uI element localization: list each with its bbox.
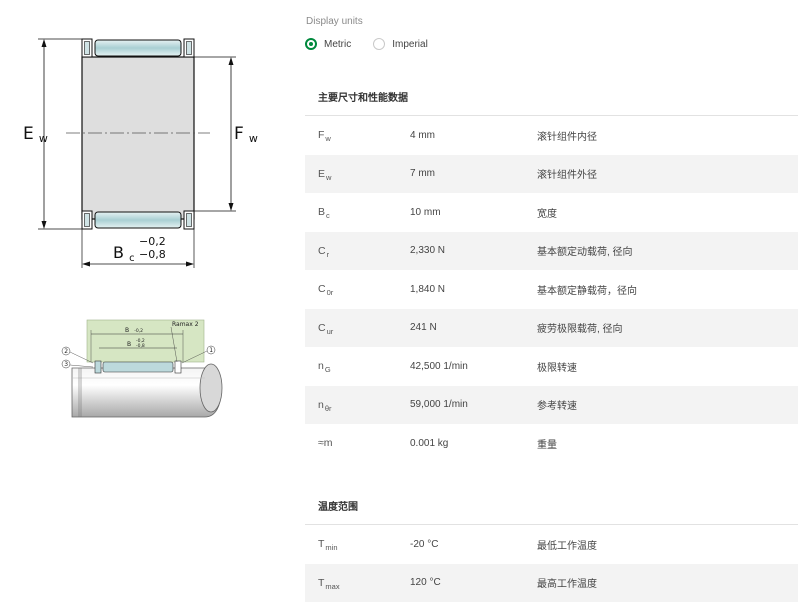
description-cell: 参考转速 — [537, 401, 577, 413]
roller-top — [94, 39, 182, 57]
symbol-cell: nG — [318, 360, 331, 375]
bearing-roller — [102, 361, 174, 373]
symbol-cell: Cr — [318, 244, 330, 259]
table-row: Cur 241 N 疲劳极限载荷, 径向 — [305, 308, 798, 347]
table-row: Bc 10 mm 宽度 — [305, 193, 798, 232]
svg-text:B: B — [127, 341, 131, 348]
table-row: Cr 2,330 N 基本额定动载荷, 径向 — [305, 231, 798, 270]
value-cell: 1,840 N — [410, 283, 446, 295]
description-cell: 滚针组件内径 — [537, 131, 597, 143]
svg-text:F w: F w — [234, 124, 258, 145]
cage-bottom-inner-left — [84, 213, 90, 227]
table-row: Tmax 120 °C 最高工作温度 — [305, 563, 798, 602]
value-cell: 4 mm — [410, 129, 435, 141]
description-cell: 宽度 — [537, 208, 557, 220]
table-row: nθr 59,000 1/min 参考转速 — [305, 385, 798, 424]
display-units-label: Display units — [306, 16, 363, 27]
bearing-cage-right — [174, 360, 182, 374]
imperial-radio-label: Imperial — [392, 38, 428, 50]
description-cell: 最低工作温度 — [537, 540, 597, 552]
symbol-cell: Tmax — [318, 576, 340, 591]
callout-3: 3 — [64, 361, 68, 368]
symbol-cell: nθr — [318, 398, 332, 413]
description-cell: 滚针组件外径 — [537, 170, 597, 182]
ew-label: E — [23, 124, 34, 144]
svg-text:B c: B c — [113, 243, 135, 264]
symbol-cell: Tmin — [318, 538, 338, 553]
description-cell: 基本额定静载荷，径向 — [537, 285, 637, 297]
display-units-radio-group: Metric Imperial — [305, 36, 450, 52]
table-row: C0r 1,840 N 基本额定静载荷，径向 — [305, 270, 798, 309]
fw-label: F — [234, 124, 244, 144]
symbol-cell: Fw — [318, 129, 331, 144]
table-row: ≈m 0.001 kg 重量 — [305, 424, 798, 463]
description-cell: 最高工作温度 — [537, 579, 597, 591]
description-cell: 重量 — [537, 439, 557, 451]
symbol-cell: Cur — [318, 321, 334, 336]
value-cell: 120 °C — [410, 577, 441, 589]
value-cell: 42,500 1/min — [410, 360, 468, 372]
value-cell: -20 °C — [410, 538, 439, 550]
bc-tolerance-lower: −0,8 — [139, 248, 166, 261]
table-row: Tmin -20 °C 最低工作温度 — [305, 525, 798, 564]
dimensions-table: Fw 4 mm 滚针组件内径 Ew 7 mm 滚针组件外径 Bc 10 mm 宽… — [305, 116, 798, 463]
temperature-section-title: 温度范围 — [318, 502, 358, 513]
bc-label-sub: c — [129, 253, 135, 264]
mount-bc-inner: B — [127, 341, 131, 348]
ew-label-sub: w — [39, 132, 48, 145]
mount-ramax-label: Ramax 2 — [172, 321, 199, 328]
description-cell: 极限转速 — [537, 362, 577, 374]
metric-radio-dot[interactable] — [305, 38, 317, 50]
symbol-cell: C0r — [318, 283, 334, 298]
bearing-cross-section-drawing: E w F w B c −0,2 −0,8 — [23, 38, 258, 268]
table-row: nG 42,500 1/min 极限转速 — [305, 347, 798, 386]
bc-label: B — [113, 243, 124, 262]
roller-bottom — [94, 211, 182, 229]
value-cell: 59,000 1/min — [410, 399, 468, 411]
callout-1: 1 — [209, 347, 213, 354]
cage-bottom-inner-right — [186, 213, 192, 227]
bearing-cage-left — [94, 360, 102, 374]
metric-radio[interactable]: Metric — [305, 38, 351, 50]
symbol-cell: Ew — [318, 167, 332, 182]
value-cell: 2,330 N — [410, 245, 446, 257]
symbol-cell: Bc — [318, 206, 330, 221]
dimensions-section-title: 主要尺寸和性能数据 — [318, 93, 408, 104]
bc-tolerance-upper: −0,2 — [139, 235, 166, 248]
bearing-body — [81, 56, 195, 220]
table-row: Ew 7 mm 滚针组件外径 — [305, 154, 798, 193]
table-row: Fw 4 mm 滚针组件内径 — [305, 116, 798, 155]
value-cell: 7 mm — [410, 168, 435, 180]
value-cell: 241 N — [410, 322, 437, 334]
value-cell: 0.001 kg — [410, 437, 449, 449]
imperial-radio-dot[interactable] — [373, 38, 386, 50]
mount-bc-wide: B — [125, 327, 129, 334]
metric-radio-label: Metric — [324, 38, 352, 50]
callout-2: 2 — [64, 348, 68, 355]
mount-bc-wide-tol: -0,2 — [134, 328, 143, 334]
mounting-drawing: B -0,2 B -0,2 -0,8 Ramax 2 2 3 1 — [61, 319, 223, 418]
imperial-radio[interactable]: Imperial — [373, 38, 428, 50]
cage-top-inner-left — [84, 41, 90, 55]
description-cell: 疲劳极限载荷, 径向 — [537, 324, 623, 336]
value-cell: 10 mm — [410, 206, 441, 218]
fw-label-sub: w — [249, 132, 258, 145]
mount-bc-inner-tol-lower: -0,8 — [136, 343, 145, 349]
shaft — [71, 367, 222, 418]
temperature-table: Tmin -20 °C 最低工作温度 Tmax 120 °C 最高工作温度 — [305, 525, 798, 602]
symbol-cell: ≈m — [318, 437, 333, 450]
description-cell: 基本额定动载荷, 径向 — [537, 247, 633, 259]
cage-top-inner-right — [186, 41, 192, 55]
